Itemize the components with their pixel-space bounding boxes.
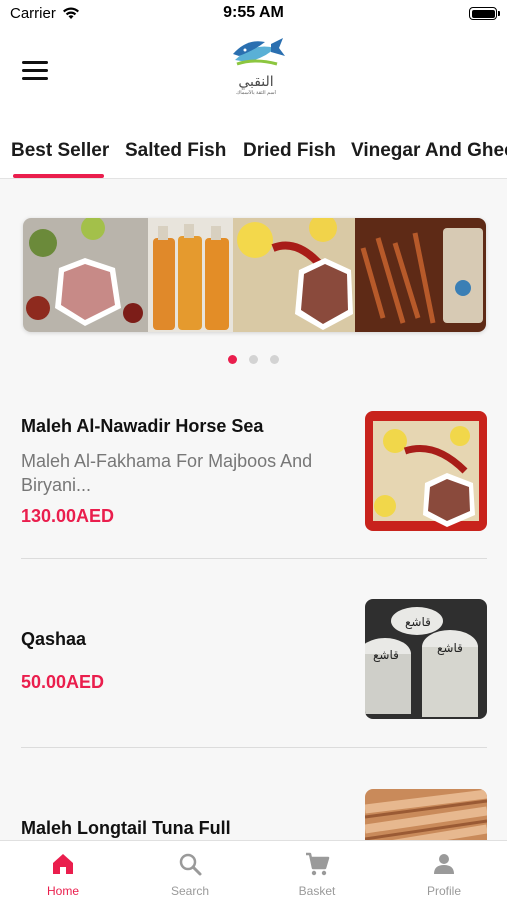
logo-tagline: أسم الثقة بالأسماك <box>236 90 276 96</box>
brand-logo[interactable]: النقبي أسم الثقة بالأسماك <box>225 34 287 98</box>
nav-profile[interactable]: Profile <box>381 841 507 900</box>
nav-profile-label: Profile <box>426 884 461 898</box>
logo-arabic-text: النقبي <box>238 74 274 90</box>
product-name: Qashaa <box>21 629 87 649</box>
jar-label: قاشع <box>437 641 463 655</box>
tab-best-seller[interactable]: Best Seller <box>11 140 109 162</box>
tab-dried-fish[interactable]: Dried Fish <box>243 140 336 162</box>
carousel-dot-3[interactable] <box>270 355 279 364</box>
battery-icon <box>469 7 500 20</box>
fish-logo-icon <box>233 38 285 66</box>
nav-search-label: Search <box>170 884 210 898</box>
status-time: 9:55 AM <box>223 4 284 21</box>
active-tab-indicator <box>13 174 104 178</box>
menu-button[interactable] <box>22 61 48 81</box>
carousel-dot-2[interactable] <box>249 355 258 364</box>
app-header: النقبي أسم الثقة بالأسماك <box>0 28 507 118</box>
bottom-navigation: Home Search Basket Profile <box>0 840 507 900</box>
product-name: Maleh Al-Nawadir Horse Sea <box>21 416 264 436</box>
status-bar: Carrier 9:55 AM <box>0 0 507 28</box>
nav-home[interactable]: Home <box>0 841 126 900</box>
carousel-dot-1[interactable] <box>228 355 237 364</box>
jar-label: قاشع <box>405 615 431 629</box>
product-image[interactable]: قاشع قاشع قاشع <box>365 599 487 719</box>
product-image[interactable] <box>365 411 487 531</box>
search-icon <box>179 853 202 876</box>
category-tabs: Best Seller Salted Fish Dried Fish Vineg… <box>0 118 507 179</box>
banner-image <box>23 218 486 332</box>
nav-basket[interactable]: Basket <box>254 841 380 900</box>
tab-vinegar-and-ghee[interactable]: Vinegar And Ghee <box>351 140 507 162</box>
jar-label: قاشع <box>373 648 399 662</box>
product-price: 50.00AED <box>21 672 105 692</box>
list-divider <box>21 558 487 559</box>
product-description: Maleh Al-Fakhama For Majboos And Biryani… <box>21 451 313 495</box>
product-price: 130.00AED <box>21 506 115 526</box>
promo-banner[interactable] <box>23 218 486 332</box>
profile-icon <box>434 854 454 874</box>
nav-basket-label: Basket <box>298 884 336 898</box>
cart-icon <box>306 852 330 876</box>
list-divider <box>21 747 487 748</box>
home-icon <box>53 854 73 874</box>
carousel-pagination <box>0 351 507 364</box>
nav-search[interactable]: Search <box>127 841 253 900</box>
product-name: Maleh Longtail Tuna Full <box>21 818 231 838</box>
nav-home-label: Home <box>46 884 79 898</box>
tab-salted-fish[interactable]: Salted Fish <box>125 140 226 162</box>
